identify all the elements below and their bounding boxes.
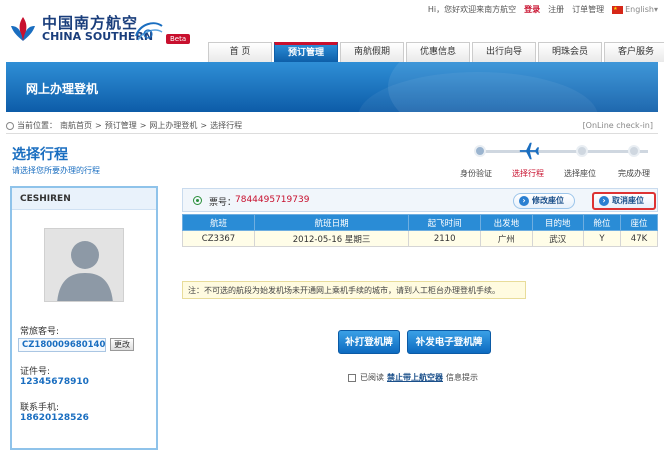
col-date: 航班日期	[253, 214, 410, 231]
step-dot-verify	[474, 145, 486, 157]
china-flag-icon	[612, 5, 624, 14]
nav-membership[interactable]: 明珠会员	[538, 42, 602, 62]
cell-seat: 47K	[619, 230, 659, 247]
nav-holidays[interactable]: 南航假期	[340, 42, 404, 62]
steps-track	[478, 150, 648, 153]
breadcrumb-separator: >	[95, 121, 102, 130]
chevron-down-icon: ▾	[653, 5, 658, 14]
agreement-checkbox[interactable]	[348, 373, 356, 382]
cancel-seat-button[interactable]: 取消座位	[592, 192, 656, 210]
col-destination: 目的地	[531, 214, 584, 231]
breadcrumb-booking[interactable]: 预订管理	[105, 120, 137, 131]
phone-label: 联系手机:	[20, 403, 60, 413]
cell-origin: 广州	[480, 230, 533, 247]
phone-value: 18620128526	[20, 413, 89, 423]
top-links: Hi，您好欢迎来南方航空 登录 注册 订单管理 English▾	[420, 4, 658, 15]
col-origin: 出发地	[480, 214, 533, 231]
step-label-verify: 身份验证	[460, 169, 492, 178]
register-link[interactable]: 注册	[548, 4, 564, 15]
id-value: 12345678910	[20, 377, 89, 387]
col-seat: 座位	[619, 214, 659, 231]
nav-booking-management[interactable]: 预订管理	[274, 42, 338, 62]
breadcrumb-home[interactable]: 南航首页	[60, 120, 92, 131]
prohibited-items-link[interactable]: 禁止带上航空器	[387, 372, 443, 383]
id-label: 证件号:	[20, 367, 51, 377]
reissue-e-boarding-pass-button[interactable]: 补发电子登机牌	[407, 330, 491, 354]
breadcrumb: 当前位置： 南航首页 > 预订管理 > 网上办理登机 > 选择行程 [OnLin…	[6, 118, 658, 134]
page-banner: 网上办理登机	[6, 62, 658, 112]
skyteam-icon	[135, 22, 163, 41]
progress-steps: 身份验证 选择行程 选择座位 完成办理	[460, 138, 660, 180]
step-dot-finish	[628, 145, 640, 157]
nav-travel-guide[interactable]: 出行向导	[472, 42, 536, 62]
passenger-name: CESHIREN	[12, 188, 156, 210]
breadcrumb-prefix: 当前位置：	[17, 121, 57, 130]
breadcrumb-separator: >	[200, 121, 208, 130]
step-dot-seat	[576, 145, 588, 157]
col-departure-time: 起飞时间	[408, 214, 482, 231]
modify-seat-button[interactable]: 修改座位	[513, 193, 575, 209]
nav-promotions[interactable]: 优惠信息	[406, 42, 470, 62]
airplane-icon	[519, 142, 540, 160]
page-subtitle: 请选择您所要办理的行程	[12, 166, 100, 175]
step-label-select-seat: 选择座位	[564, 169, 596, 178]
banner-title: 网上办理登机	[26, 82, 99, 96]
cell-cabin: Y	[582, 230, 621, 247]
nav-customer-service[interactable]: 客户服务	[604, 42, 664, 62]
ffp-label: 常旅客号:	[20, 327, 60, 337]
cell-destination: 武汉	[531, 230, 584, 247]
step-label-select-trip: 选择行程	[512, 169, 544, 178]
ticket-number-label: 票号：	[209, 198, 237, 208]
col-flight: 航班	[182, 214, 255, 231]
breadcrumb-current: 选择行程	[210, 121, 243, 130]
notice-box: 注：不可选的航段为始发机场未开通网上乘机手续的城市，请到人工柜台办理登机手续。	[182, 281, 526, 299]
agreement-suffix: 信息提示	[446, 373, 478, 382]
table-row[interactable]: CZ3367 2012-05-16 星期三 2110 广州 武汉 Y 47K	[182, 230, 659, 247]
cell-date: 2012-05-16 星期三	[253, 230, 410, 247]
passenger-panel: CESHIREN 常旅客号: CZ180009680140 更改 证件号: 12…	[10, 186, 158, 450]
page-title: 选择行程	[12, 147, 68, 163]
trip-radio[interactable]	[193, 196, 202, 205]
user-silhouette-icon	[57, 241, 113, 301]
flight-table: 航班 航班日期 起飞时间 出发地 目的地 舱位 座位 CZ3367 2012-0…	[182, 214, 659, 247]
beta-badge: Beta	[166, 34, 191, 44]
login-link[interactable]: 登录	[524, 4, 540, 15]
step-label-complete: 完成办理	[618, 169, 650, 178]
avatar	[44, 228, 124, 302]
order-management-link[interactable]: 订单管理	[572, 4, 604, 15]
ffp-number: CZ180009680140	[18, 338, 106, 352]
cell-flight: CZ3367	[182, 230, 255, 247]
col-cabin: 舱位	[582, 214, 621, 231]
breadcrumb-separator: >	[139, 121, 147, 130]
breadcrumb-checkin[interactable]: 网上办理登机	[149, 120, 197, 131]
greeting-text: Hi，您好欢迎来南方航空	[427, 5, 517, 14]
language-selector[interactable]: English▾	[612, 5, 658, 14]
kapok-logo-icon	[11, 17, 35, 41]
online-checkin-label: [OnLine check-in]	[582, 121, 653, 130]
cell-departure-time: 2110	[408, 230, 482, 247]
table-header-row: 航班 航班日期 起飞时间 出发地 目的地 舱位 座位	[182, 214, 659, 231]
change-ffp-button[interactable]: 更改	[110, 338, 134, 351]
location-icon	[6, 121, 14, 130]
nav-home[interactable]: 首 页	[208, 42, 272, 62]
ticket-header: 票号： 7844495719739 修改座位 取消座位	[182, 188, 658, 212]
ticket-number: 7844495719739	[235, 195, 310, 205]
reprint-boarding-pass-button[interactable]: 补打登机牌	[338, 330, 400, 354]
trip-card: 票号： 7844495719739 修改座位 取消座位 航班 航班日期 起飞时间…	[182, 188, 659, 247]
agreement-prefix: 已阅读	[360, 373, 384, 382]
language-label: English	[625, 5, 654, 14]
main-nav: 首 页 预订管理 南航假期 优惠信息 出行向导 明珠会员 客户服务	[208, 42, 664, 62]
agreement: 已阅读 禁止带上航空器 信息提示	[348, 372, 478, 383]
